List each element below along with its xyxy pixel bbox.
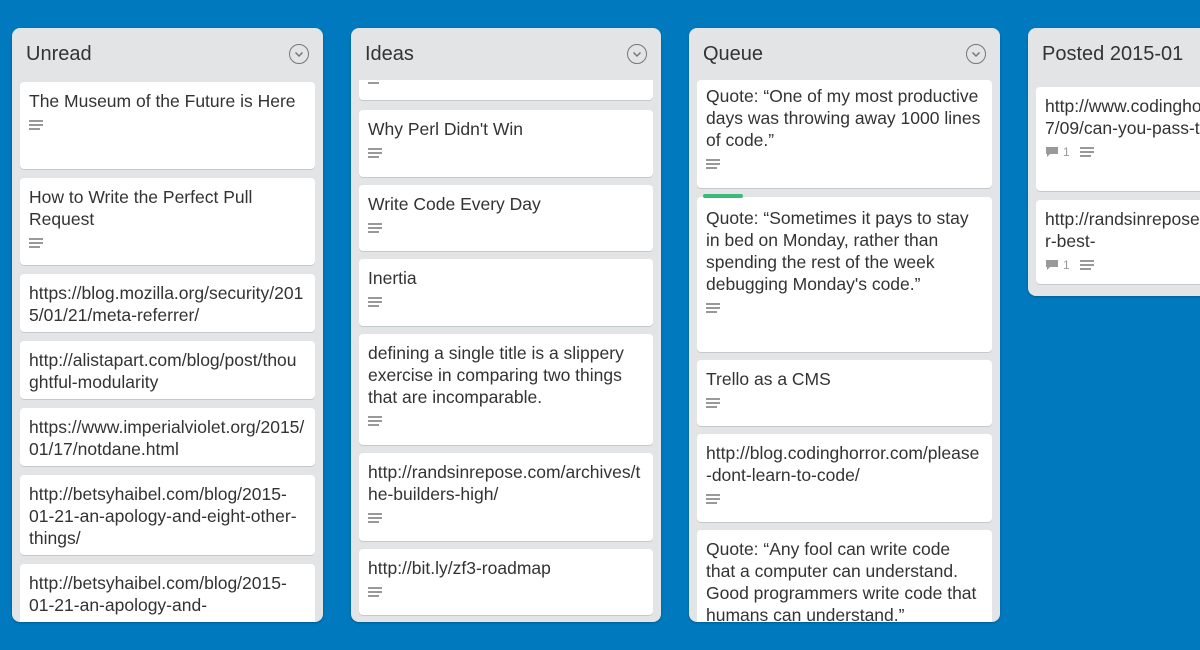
card[interactable]: http://randsinrepose.com/archives/your-b… [1036, 200, 1200, 284]
card[interactable]: https://www.imperialviolet.org/2015/01/1… [20, 408, 315, 466]
card[interactable]: http://betsyhaibel.com/blog/2015-01-21-a… [20, 475, 315, 555]
comment-badge: 1 [1045, 258, 1070, 272]
card[interactable]: http://betsyhaibel.com/blog/2015-01-21-a… [20, 564, 315, 622]
card-label [703, 194, 743, 198]
card[interactable]: Inertia [359, 259, 653, 326]
description-icon [368, 513, 382, 523]
card-title: http://bit.ly/zf3-roadmap [368, 558, 551, 578]
card[interactable]: http://randsinrepose.com/archives/the-bu… [359, 453, 653, 541]
list-menu-chevron-down-icon[interactable] [627, 44, 647, 64]
card-title: http://betsyhaibel.com/blog/2015-01-21-a… [29, 573, 287, 615]
card-list: The Museum of the Future is Here How to … [12, 80, 323, 622]
description-icon [1079, 260, 1094, 270]
description-icon [368, 80, 382, 84]
card-title: Write Code Every Day [368, 194, 541, 214]
card-title: Quote: “Any fool can write code that a c… [706, 539, 977, 622]
description-icon [706, 303, 720, 313]
card-list: Why Perl Didn't Win Write Code Every Day… [351, 80, 661, 622]
card-title: http://www.codinghorror.com/blog/2007/09… [1045, 96, 1200, 138]
card-title: http://betsyhaibel.com/blog/2015-01-21-a… [29, 484, 297, 548]
description-icon [1079, 147, 1094, 157]
card-title: Quote: “One of my most productive days w… [706, 86, 981, 150]
card-title: http://alistapart.com/blog/post/thoughtf… [29, 350, 297, 392]
list-title: Unread [26, 42, 92, 65]
description-icon [368, 223, 382, 233]
comment-count: 1 [1063, 258, 1070, 272]
comment-count: 1 [1063, 145, 1070, 159]
card[interactable]: Trello as a CMS [697, 360, 992, 426]
description-icon [368, 587, 382, 597]
list-header: Posted 2015-01 [1028, 28, 1200, 80]
board: Unread The Museum of the Future is Here … [0, 0, 1200, 650]
card-title: http://blog.codinghorror.com/please-dont… [706, 443, 980, 485]
description-icon [706, 159, 720, 169]
card[interactable] [359, 80, 653, 100]
comment-badge: 1 [1045, 145, 1070, 159]
card-title: The Museum of the Future is Here [29, 91, 296, 111]
card[interactable]: The Museum of the Future is Here [20, 82, 315, 169]
list-header: Ideas [351, 28, 661, 80]
description-icon [368, 297, 382, 307]
card-title: How to Write the Perfect Pull Request [29, 187, 253, 229]
card-title: Inertia [368, 268, 417, 288]
card[interactable]: http://blog.codinghorror.com/please-dont… [697, 434, 992, 522]
card[interactable]: https://blog.mozilla.org/security/2015/0… [20, 274, 315, 332]
list-header: Queue [689, 28, 1000, 80]
list-menu-chevron-down-icon[interactable] [966, 44, 986, 64]
list-unread: Unread The Museum of the Future is Here … [12, 28, 323, 622]
list-title: Queue [703, 42, 764, 65]
card[interactable]: Quote: “Sometimes it pays to stay in bed… [697, 194, 992, 352]
description-icon [29, 120, 43, 130]
description-icon [368, 416, 382, 426]
description-icon [706, 398, 720, 408]
list-posted-2015-01: Posted 2015-01 http://www.codinghorror.c… [1028, 28, 1200, 296]
card[interactable]: http://alistapart.com/blog/post/thoughtf… [20, 341, 315, 399]
list-title: Ideas [365, 42, 414, 65]
card[interactable]: Quote: “One of my most productive days w… [697, 80, 992, 188]
list-queue: Queue Quote: “One of my most productive … [689, 28, 1000, 622]
list-ideas: Ideas Why Perl Didn't Win Write Code Eve… [351, 28, 661, 622]
card[interactable]: Why Perl Didn't Win [359, 110, 653, 177]
card-list: http://www.codinghorror.com/blog/2007/09… [1028, 80, 1200, 296]
card[interactable]: Write Code Every Day [359, 185, 653, 251]
card[interactable]: How to Write the Perfect Pull Request [20, 178, 315, 265]
description-icon [706, 494, 720, 504]
card-title: Trello as a CMS [706, 369, 831, 389]
card-title: http://randsinrepose.com/archives/the-bu… [368, 462, 641, 504]
card-title: https://blog.mozilla.org/security/2015/0… [29, 283, 304, 325]
card-title: Why Perl Didn't Win [368, 119, 524, 139]
card[interactable]: http://www.codinghorror.com/blog/2007/09… [1036, 87, 1200, 191]
list-header: Unread [12, 28, 323, 80]
card[interactable]: defining a single title is a slippery ex… [359, 334, 653, 445]
description-icon [29, 238, 43, 248]
comment-icon [1046, 260, 1058, 270]
list-menu-chevron-down-icon[interactable] [289, 44, 309, 64]
card[interactable]: Quote: “Any fool can write code that a c… [697, 530, 992, 622]
card-list: Quote: “One of my most productive days w… [689, 80, 1000, 622]
card-title: http://randsinrepose.com/archives/your-b… [1045, 209, 1200, 251]
card-title: Quote: “Sometimes it pays to stay in bed… [706, 208, 969, 294]
card-title: https://www.imperialviolet.org/2015/01/1… [29, 417, 305, 459]
card-title: defining a single title is a slippery ex… [368, 343, 624, 407]
list-title: Posted 2015-01 [1042, 42, 1184, 65]
card[interactable]: http://bit.ly/zf3-roadmap [359, 549, 653, 615]
description-icon [368, 148, 382, 158]
comment-icon [1046, 147, 1058, 157]
